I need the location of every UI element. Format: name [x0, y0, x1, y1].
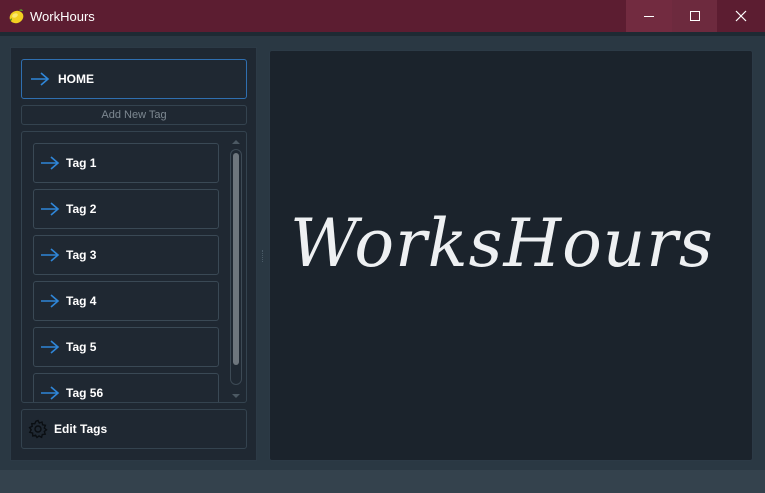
lemon-app-icon [9, 9, 24, 24]
tag-label: Tag 1 [66, 156, 97, 170]
scroll-up-icon[interactable] [232, 140, 240, 144]
maximize-button[interactable] [672, 0, 718, 32]
panel-splitter[interactable] [262, 250, 265, 262]
app-logo-text: WorksHours [290, 205, 714, 282]
scrollbar-thumb[interactable] [233, 153, 239, 365]
tag-label: Tag 56 [66, 386, 104, 400]
tag-label: Tag 2 [66, 202, 97, 216]
minimize-icon [644, 16, 654, 17]
add-new-tag-button[interactable]: Add New Tag [21, 105, 247, 125]
arrow-right-icon [41, 156, 60, 170]
minimize-button[interactable] [626, 0, 672, 32]
gear-icon [28, 419, 48, 439]
home-label: HOME [58, 72, 94, 86]
tag-label: Tag 4 [66, 294, 97, 308]
status-bar [0, 470, 765, 493]
tag-list-scrollbar[interactable] [230, 140, 242, 398]
tag-item-5[interactable]: Tag 5 [33, 327, 219, 367]
arrow-right-icon [41, 202, 60, 216]
arrow-right-icon [31, 72, 50, 86]
tag-label: Tag 5 [66, 340, 97, 354]
window-title: WorkHours [30, 9, 95, 24]
scrollbar-rail[interactable] [230, 149, 242, 385]
arrow-right-icon [41, 386, 60, 400]
tag-label: Tag 3 [66, 248, 97, 262]
edit-tags-label: Edit Tags [54, 422, 108, 436]
maximize-icon [690, 11, 700, 21]
close-button[interactable] [717, 0, 765, 32]
arrow-right-icon [41, 294, 60, 308]
tag-item-3[interactable]: Tag 3 [33, 235, 219, 275]
tag-item-1[interactable]: Tag 1 [33, 143, 219, 183]
home-button[interactable]: HOME [21, 59, 247, 99]
arrow-right-icon [41, 340, 60, 354]
title-separator [0, 32, 765, 36]
tag-item-56[interactable]: Tag 56 [33, 373, 219, 402]
scroll-down-icon[interactable] [232, 394, 240, 398]
arrow-right-icon [41, 248, 60, 262]
close-icon [735, 10, 747, 22]
tag-item-2[interactable]: Tag 2 [33, 189, 219, 229]
app-window: WorkHours HOME Add New Tag Tag 1 Tag 2 T… [0, 0, 765, 493]
title-bar[interactable]: WorkHours [0, 0, 765, 32]
tag-list[interactable]: Tag 1 Tag 2 Tag 3 Tag 4 Tag 5 Tag 56 [21, 131, 247, 403]
tag-item-4[interactable]: Tag 4 [33, 281, 219, 321]
edit-tags-button[interactable]: Edit Tags [21, 409, 247, 449]
